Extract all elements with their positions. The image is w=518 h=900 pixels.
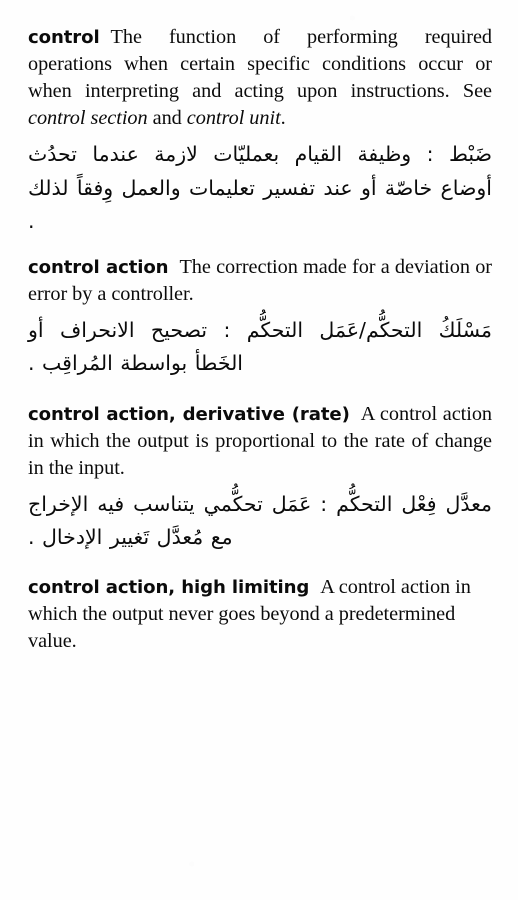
entry-english-text: control action, derivative (rate) A contr… (28, 401, 492, 482)
entry-headword: control action, high limiting (28, 577, 310, 599)
cross-reference-link[interactable]: control section (28, 107, 148, 129)
entry-english-text: control action, high limiting A control a… (28, 574, 492, 655)
entry-english-text: control The function of performing requir… (28, 24, 492, 132)
entry-arabic-translation: معدَّل فِعْل التحكُّم : عَمَل تحكُّمي يت… (28, 491, 492, 550)
dictionary-page: control The function of performing requir… (0, 0, 518, 900)
entry-conjunction: and (147, 107, 187, 130)
entry-definition-end: . (280, 107, 286, 130)
dictionary-entry: control action, derivative (rate) A contr… (28, 401, 492, 555)
entry-arabic-translation: مَسْلَكُ التحكُّم/عَمَل التحكُّم : تصحيح… (28, 318, 492, 376)
entry-headword: control (28, 27, 100, 48)
cross-reference-link[interactable]: control unit (187, 107, 281, 129)
entry-headword: control action, derivative (rate) (28, 403, 350, 425)
dictionary-entry: control action The correction made for a … (28, 254, 492, 381)
text-column: control The function of performing requir… (0, 0, 518, 656)
entry-english-text: control action The correction made for a … (28, 254, 492, 308)
entry-arabic-translation: ضَبْط : وظيفة القيام بعمليّات لازمة عندم… (28, 142, 492, 233)
entry-headword: control action (28, 256, 169, 278)
dictionary-entry: control action, high limiting A control a… (28, 574, 492, 655)
dictionary-entry: control The function of performing requir… (28, 24, 492, 238)
